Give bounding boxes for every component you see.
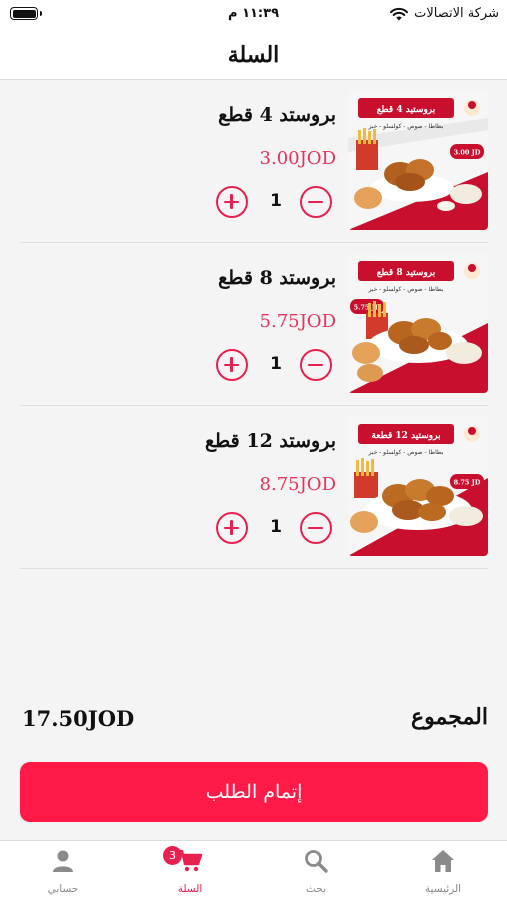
nav-header: السلة xyxy=(0,30,507,80)
tab-account[interactable]: حسابي xyxy=(0,841,126,900)
item-name: بروستد 4 قطع xyxy=(218,104,336,126)
item-name: بروستد 12 قطع xyxy=(204,430,336,452)
image-title: بروستيد 12 قطعة xyxy=(371,430,440,441)
image-price-badge: 3.00 JD xyxy=(454,149,481,157)
product-image-art: بروستيد 4 قطع بطاطا - صوص - كولسلو - خبز… xyxy=(348,90,488,230)
wifi-icon xyxy=(390,7,409,20)
image-price-badge: 8.75 JD xyxy=(454,479,481,487)
carrier-name: شركة الاتصالات xyxy=(414,6,499,21)
image-title: بروستيد 8 قطع xyxy=(377,267,436,278)
item-price: 8.75JOD xyxy=(259,474,336,495)
tab-label: حسابي xyxy=(47,883,79,895)
cart-list: بروستيد 4 قطع بطاطا - صوص - كولسلو - خبز… xyxy=(20,80,488,569)
item-name: بروستد 8 قطع xyxy=(218,267,336,289)
total-row: 17.50JOD المجموع xyxy=(20,700,488,740)
increase-quantity-button[interactable] xyxy=(216,186,248,218)
increase-quantity-button[interactable] xyxy=(216,512,248,544)
increase-quantity-button[interactable] xyxy=(216,349,248,381)
product-image-art: بروستيد 12 قطعة بطاطا - صوص - كولسلو - خ… xyxy=(348,416,488,556)
item-price: 5.75JOD xyxy=(259,311,336,332)
quantity-stepper: 1 xyxy=(216,512,336,546)
image-subtitle: بطاطا - صوص - كولسلو - خبز xyxy=(367,449,443,456)
status-bar: ١١:٣٩ م شركة الاتصالات xyxy=(0,0,507,30)
status-carrier-group: شركة الاتصالات xyxy=(390,6,499,21)
decrease-quantity-button[interactable] xyxy=(300,349,332,381)
cart-item: بروستيد 4 قطع بطاطا - صوص - كولسلو - خبز… xyxy=(20,80,488,243)
quantity-value: 1 xyxy=(270,191,282,211)
cart-item: بروستيد 8 قطع بطاطا - صوص - كولسلو - خبز… xyxy=(20,243,488,406)
product-image[interactable]: بروستيد 8 قطع بطاطا - صوص - كولسلو - خبز… xyxy=(348,253,488,393)
person-icon xyxy=(53,850,73,872)
page-title: السلة xyxy=(227,41,280,68)
search-icon xyxy=(305,850,328,873)
decrease-quantity-button[interactable] xyxy=(300,186,332,218)
tab-label: السلة xyxy=(177,883,203,895)
product-image[interactable]: بروستيد 4 قطع بطاطا - صوص - كولسلو - خبز… xyxy=(348,90,488,230)
decrease-quantity-button[interactable] xyxy=(300,512,332,544)
cart-badge: 3 xyxy=(163,846,182,865)
tab-search[interactable]: بحث xyxy=(253,841,379,900)
total-value: 17.50JOD xyxy=(22,706,135,731)
image-subtitle: بطاطا - صوص - كولسلو - خبز xyxy=(367,286,443,293)
product-image[interactable]: بروستيد 12 قطعة بطاطا - صوص - كولسلو - خ… xyxy=(348,416,488,556)
total-label: المجموع xyxy=(411,704,488,730)
tab-label: بحث xyxy=(305,883,326,895)
image-subtitle: بطاطا - صوص - كولسلو - خبز xyxy=(367,123,443,130)
quantity-stepper: 1 xyxy=(216,186,336,220)
cart-item: بروستيد 12 قطعة بطاطا - صوص - كولسلو - خ… xyxy=(20,406,488,569)
tab-bar: حسابي 3 السلة بحث الرئيسية xyxy=(0,840,507,900)
image-price-badge: 5.75 JD xyxy=(354,304,381,312)
quantity-value: 1 xyxy=(270,517,282,537)
checkout-button[interactable]: إتمام الطلب xyxy=(20,762,488,822)
quantity-value: 1 xyxy=(270,354,282,374)
image-title: بروستيد 4 قطع xyxy=(377,104,436,115)
home-icon xyxy=(432,850,454,872)
product-image-art: بروستيد 8 قطع بطاطا - صوص - كولسلو - خبز… xyxy=(348,253,488,393)
tab-home[interactable]: الرئيسية xyxy=(380,841,506,900)
tab-cart[interactable]: 3 السلة xyxy=(127,841,253,900)
quantity-stepper: 1 xyxy=(216,349,336,383)
tab-label: الرئيسية xyxy=(424,883,462,895)
item-price: 3.00JOD xyxy=(259,148,336,169)
